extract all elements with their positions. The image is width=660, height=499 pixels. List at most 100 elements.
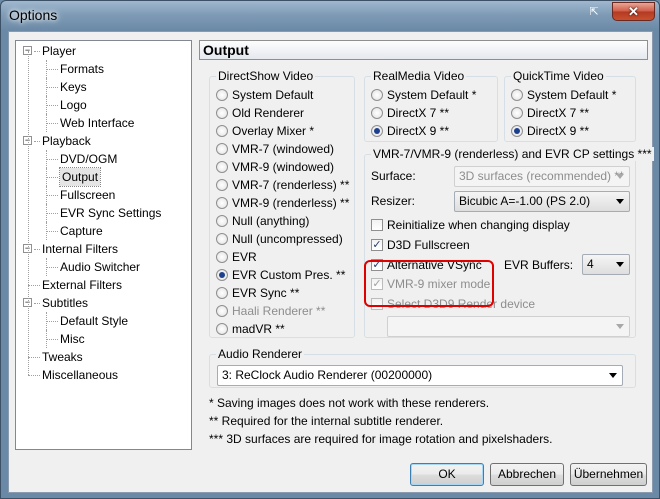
apply-button[interactable]: Übernehmen	[570, 463, 647, 486]
restore-icon[interactable]: ⇱	[586, 5, 602, 19]
directshow-option-label: VMR-9 (windowed)	[232, 160, 335, 174]
chevron-down-icon	[616, 174, 624, 179]
tree-item[interactable]: Misc	[60, 330, 85, 348]
title-bar[interactable]: Options ⇱ ✕	[1, 1, 659, 31]
tree-item[interactable]: EVR Sync Settings	[60, 204, 161, 222]
radio-icon	[371, 89, 383, 101]
surface-label: Surface:	[371, 169, 416, 183]
directshow-option-label: Null (anything)	[232, 214, 310, 228]
chevron-down-icon	[616, 324, 624, 329]
close-button[interactable]: ✕	[612, 2, 655, 21]
chevron-down-icon	[616, 262, 624, 267]
tree-item[interactable]: DVD/OGM	[60, 150, 117, 168]
close-icon: ✕	[628, 4, 639, 19]
evr-buffers-value: 4	[587, 257, 594, 271]
tree-item[interactable]: Internal Filters	[42, 240, 118, 258]
quicktime-option-label: System Default *	[527, 88, 617, 102]
options-window: Options ⇱ ✕ − Player Formats Keys Logo Web In…	[0, 0, 660, 499]
radio-icon	[216, 305, 228, 317]
window-title: Options	[9, 7, 58, 23]
directshow-option-label: VMR-7 (windowed)	[232, 142, 335, 156]
audio-renderer-value: 3: ReClock Audio Renderer (00200000)	[222, 368, 433, 382]
d3d-fullscreen-label: D3D Fullscreen	[387, 238, 470, 252]
chevron-down-icon	[609, 373, 617, 378]
realmedia-option-label: System Default *	[387, 88, 477, 102]
radio-icon	[216, 107, 228, 119]
directshow-option-label: madVR **	[232, 322, 285, 336]
radio-icon	[216, 89, 228, 101]
tree-item[interactable]: Playback	[42, 132, 91, 150]
tree-item[interactable]: Logo	[60, 96, 87, 114]
highlight-box	[364, 260, 494, 307]
cancel-button[interactable]: Abbrechen	[490, 463, 564, 486]
tree-item[interactable]: Keys	[60, 78, 87, 96]
tree-item[interactable]: Audio Switcher	[60, 258, 140, 276]
tree-item[interactable]: Web Interface	[60, 114, 134, 132]
radio-icon	[216, 197, 228, 209]
radio-icon	[216, 323, 228, 335]
resizer-value: Bicubic A=-1.00 (PS 2.0)	[459, 194, 591, 208]
checkmark-icon: ✓	[371, 239, 383, 251]
tree-item[interactable]: Miscellaneous	[42, 366, 118, 384]
tree-item[interactable]: Default Style	[60, 312, 128, 330]
realmedia-option-label: DirectX 9 **	[387, 124, 450, 138]
reinit-label: Reinitialize when changing display	[387, 218, 570, 232]
tree-item[interactable]: Formats	[60, 60, 104, 78]
d3d9-device-combo[interactable]	[387, 316, 630, 337]
tree-item[interactable]: Fullscreen	[60, 186, 115, 204]
radio-icon	[511, 107, 523, 119]
directshow-option-label: Haali Renderer **	[232, 304, 326, 318]
radio-icon	[216, 215, 228, 227]
audio-renderer-label: Audio Renderer	[216, 347, 305, 361]
directshow-option-label: Null (uncompressed)	[232, 232, 343, 246]
note-3: *** 3D surfaces are required for image r…	[209, 432, 553, 446]
radio-icon	[216, 269, 228, 281]
radio-icon	[511, 89, 523, 101]
tree-item[interactable]: Subtitles	[42, 294, 88, 312]
tree-item[interactable]: External Filters	[42, 276, 122, 294]
radio-icon	[216, 179, 228, 191]
quicktime-label: QuickTime Video	[511, 69, 606, 83]
directshow-group: DirectShow Video System Default Old Rende…	[209, 69, 355, 338]
resizer-combo[interactable]: Bicubic A=-1.00 (PS 2.0)	[454, 191, 630, 212]
directshow-option-label: Overlay Mixer *	[232, 124, 315, 138]
tree-item[interactable]: Player	[42, 42, 76, 60]
checkbox-icon	[371, 219, 383, 231]
note-2: ** Required for the internal subtitle re…	[209, 414, 444, 428]
directshow-label: DirectShow Video	[216, 69, 316, 83]
note-1: * Saving images does not work with these…	[209, 396, 490, 410]
tree-item[interactable]: Capture	[60, 222, 103, 240]
dialog-client: − Player Formats Keys Logo Web Interface − Play…	[8, 31, 654, 493]
directshow-option-label: System Default	[232, 88, 314, 102]
radio-icon	[216, 251, 228, 263]
directshow-option-label: VMR-7 (renderless) **	[232, 178, 350, 192]
directshow-option-label: EVR Custom Pres. **	[232, 268, 346, 282]
radio-icon	[216, 287, 228, 299]
ok-button[interactable]: OK	[410, 463, 484, 486]
quicktime-group: QuickTime Video System Default * DirectX …	[504, 69, 636, 142]
directshow-option-label: EVR Sync **	[232, 286, 300, 300]
directshow-option-label: EVR	[232, 250, 257, 264]
radio-icon	[371, 107, 383, 119]
realmedia-group: RealMedia Video System Default * DirectX …	[364, 69, 498, 142]
audio-renderer-combo[interactable]: 3: ReClock Audio Renderer (00200000)	[217, 365, 623, 386]
surface-combo[interactable]: 3D surfaces (recommended) **	[454, 166, 630, 187]
resizer-label: Resizer:	[371, 194, 416, 208]
surface-value: 3D surfaces (recommended) **	[459, 169, 624, 183]
vmr-settings-label: VMR-7/VMR-9 (renderless) and EVR CP sett…	[371, 147, 654, 161]
tree-item[interactable]: Tweaks	[42, 348, 83, 366]
evr-buffers-combo[interactable]: 4	[582, 254, 630, 275]
page-header: Output	[199, 40, 648, 60]
radio-icon	[511, 125, 523, 137]
realmedia-label: RealMedia Video	[371, 69, 467, 83]
tree-item[interactable]: Output	[58, 167, 102, 187]
radio-icon	[216, 125, 228, 137]
quicktime-option-label: DirectX 9 **	[527, 124, 590, 138]
evr-buffers-label: EVR Buffers:	[504, 258, 574, 272]
options-tree[interactable]: − Player Formats Keys Logo Web Interface − Play…	[15, 40, 192, 450]
radio-icon	[216, 233, 228, 245]
directshow-option-label: Old Renderer	[232, 106, 305, 120]
quicktime-option-label: DirectX 7 **	[527, 106, 590, 120]
radio-icon	[371, 125, 383, 137]
radio-icon	[216, 143, 228, 155]
